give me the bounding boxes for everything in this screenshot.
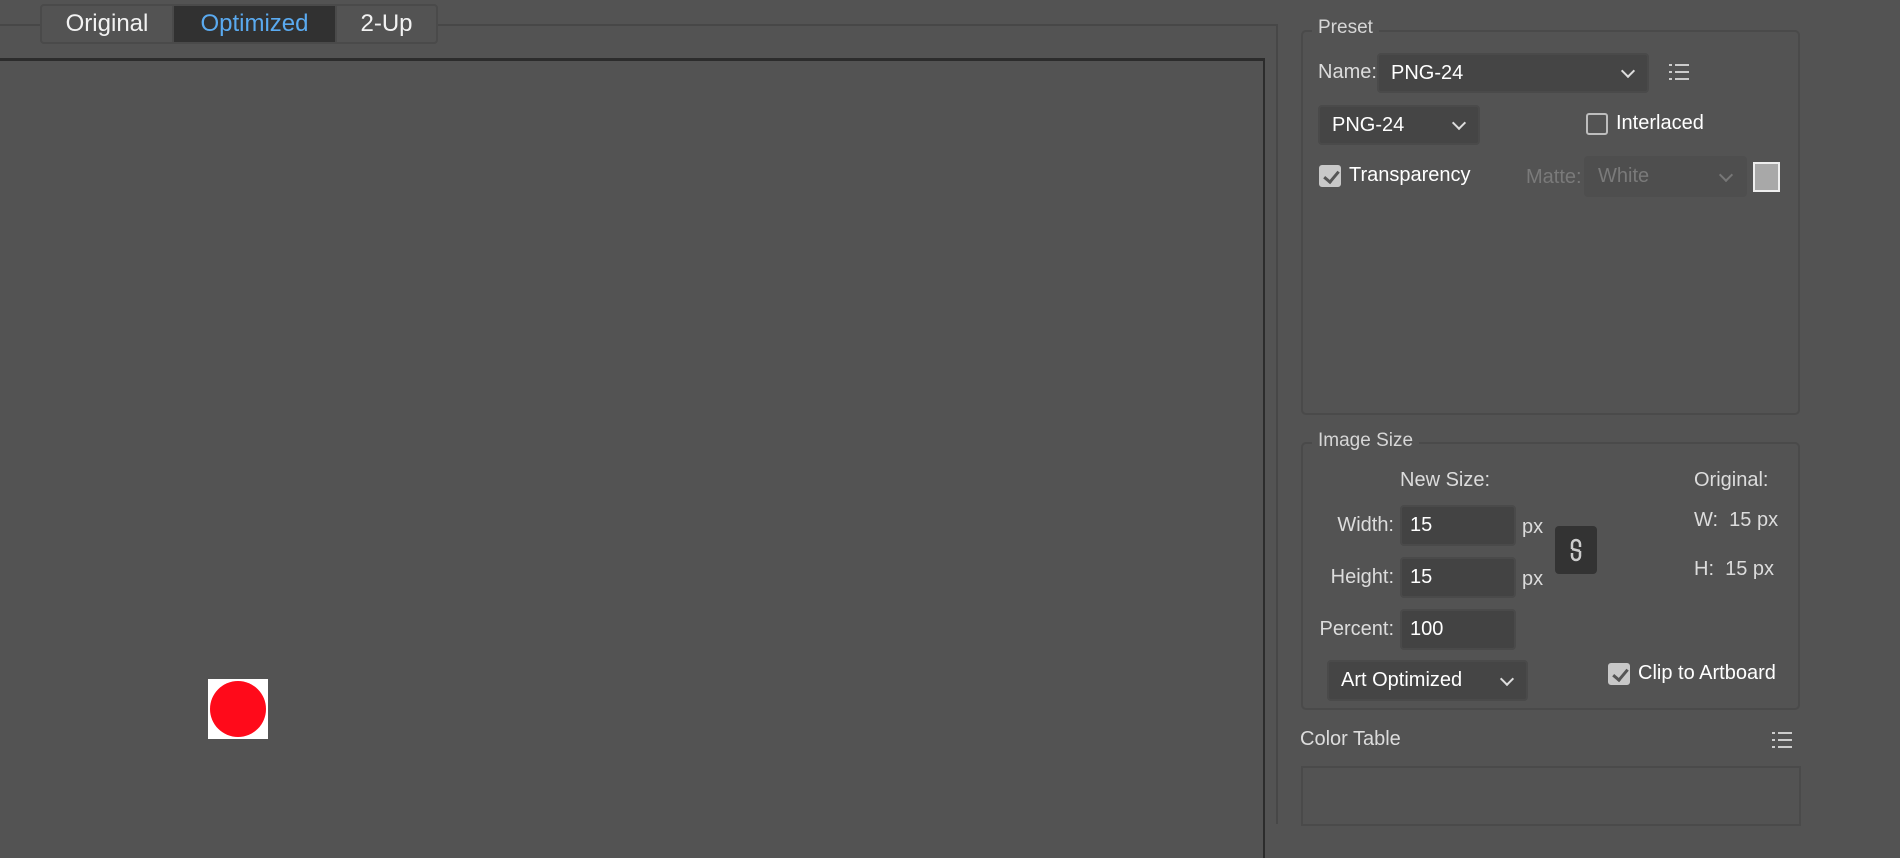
preview-image <box>208 679 268 739</box>
clip-to-artboard-checkbox[interactable] <box>1608 663 1630 685</box>
image-size-title: Image Size <box>1312 430 1420 452</box>
tab-2-up[interactable]: 2-Up <box>337 6 436 42</box>
matte-color-swatch[interactable] <box>1753 162 1780 192</box>
resample-quality-dropdown[interactable]: Art Optimized <box>1327 660 1528 701</box>
interlaced-checkbox[interactable] <box>1586 113 1608 135</box>
original-label: Original: <box>1694 469 1769 491</box>
new-size-label: New Size: <box>1400 469 1491 491</box>
clip-to-artboard-label: Clip to Artboard <box>1638 662 1776 684</box>
preset-menu-icon[interactable] <box>1669 64 1689 80</box>
transparency-label: Transparency <box>1349 164 1471 186</box>
width-input[interactable]: 15 <box>1400 505 1516 546</box>
chevron-down-icon <box>1718 167 1734 182</box>
view-tabs: Original Optimized 2-Up <box>40 4 438 44</box>
percent-label: Percent: <box>1319 618 1394 640</box>
preset-title: Preset <box>1312 17 1379 39</box>
original-width: W: 15 px <box>1694 509 1779 531</box>
preset-name-dropdown[interactable]: PNG-24 <box>1377 53 1649 93</box>
percent-input[interactable]: 100 <box>1400 609 1516 650</box>
resample-value: Art Optimized <box>1341 669 1463 691</box>
chevron-down-icon <box>1499 671 1515 686</box>
color-table-area <box>1301 766 1801 826</box>
tab-original[interactable]: Original <box>42 6 174 42</box>
divider <box>0 24 40 26</box>
divider <box>1276 24 1278 824</box>
height-unit: px <box>1522 568 1544 590</box>
link-icon <box>1570 538 1582 562</box>
matte-value: White <box>1598 165 1650 187</box>
matte-label: Matte: <box>1526 166 1582 188</box>
color-table-menu-icon[interactable] <box>1772 732 1792 748</box>
interlaced-label: Interlaced <box>1616 112 1704 134</box>
matte-dropdown[interactable]: White <box>1584 156 1747 197</box>
file-format-value: PNG-24 <box>1332 113 1405 136</box>
chevron-down-icon <box>1620 63 1636 79</box>
name-label: Name: <box>1318 61 1377 83</box>
width-unit: px <box>1522 516 1544 538</box>
height-label: Height: <box>1330 566 1394 588</box>
tab-optimized[interactable]: Optimized <box>174 6 337 42</box>
chevron-down-icon <box>1451 115 1467 131</box>
red-circle-image <box>210 681 266 737</box>
file-format-dropdown[interactable]: PNG-24 <box>1318 105 1480 145</box>
color-table-title: Color Table <box>1300 728 1401 750</box>
constrain-proportions-button[interactable] <box>1555 526 1597 574</box>
transparency-checkbox[interactable] <box>1319 165 1341 187</box>
original-height: H: 15 px <box>1694 558 1775 580</box>
width-label: Width: <box>1337 514 1394 536</box>
preview-canvas[interactable] <box>0 58 1265 858</box>
height-input[interactable]: 15 <box>1400 557 1516 598</box>
divider <box>438 24 1278 26</box>
preset-name-value: PNG-24 <box>1391 61 1464 84</box>
